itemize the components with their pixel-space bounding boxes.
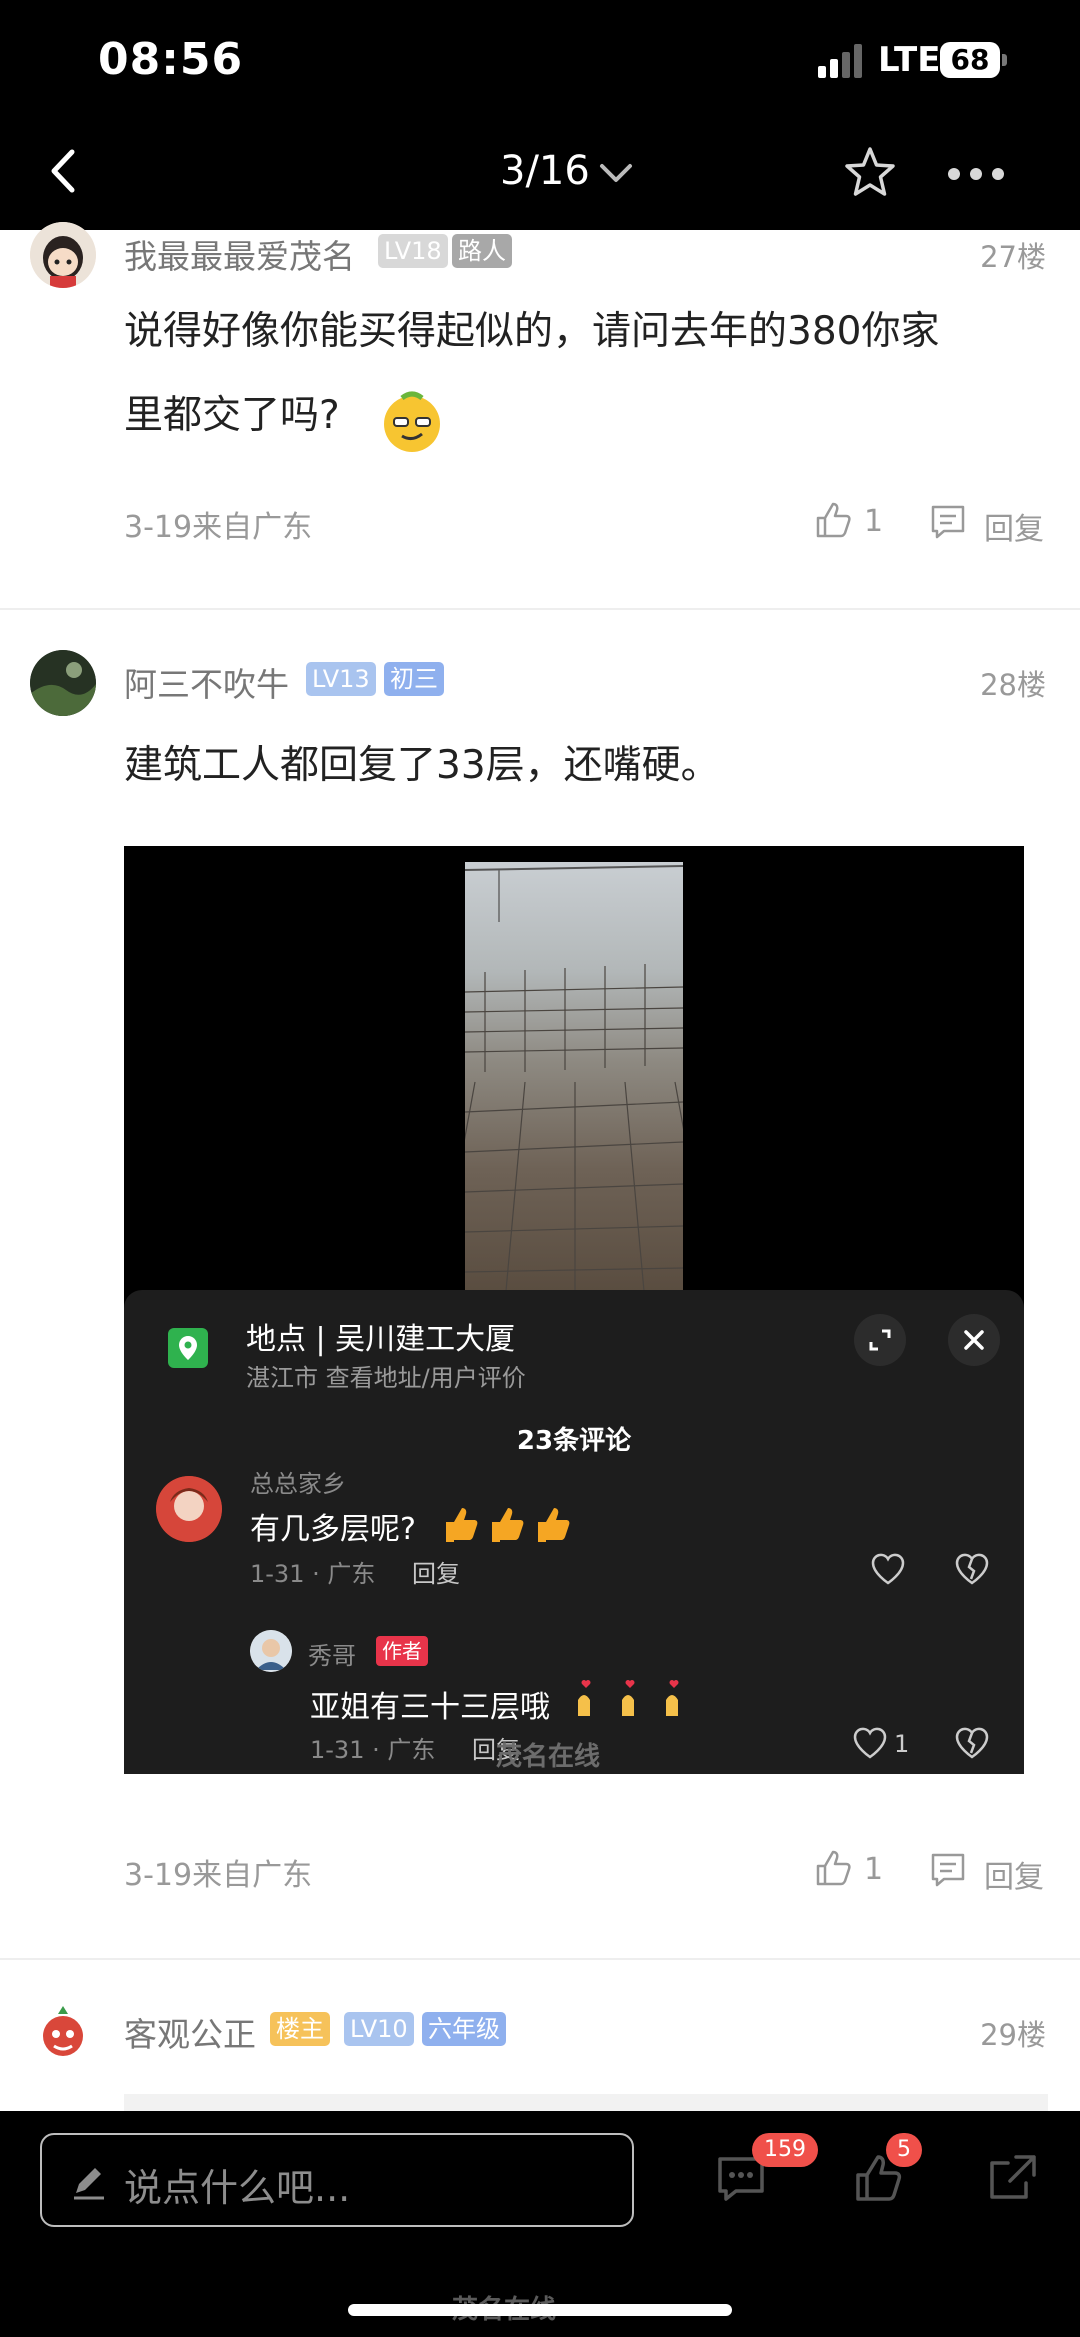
comment-text: 有几多层呢? — [250, 1512, 416, 1547]
input-placeholder: 说点什么吧... — [124, 2166, 351, 2210]
username[interactable]: 客观公正 — [124, 2008, 256, 2056]
finger-heart-emoji-icon — [578, 1680, 679, 1716]
heart-icon — [871, 1553, 905, 1585]
location-comments-panel: 地点 | 吴川建工大厦 湛江市 查看地址/用户评价 23条评论 总总家乡 有几多… — [124, 1290, 1024, 1774]
expand-icon — [854, 1314, 906, 1366]
comment-like-count: 1 — [894, 1730, 910, 1758]
post-meta: 3-19来自广东 — [124, 510, 313, 545]
floor-number: 29楼 — [980, 2018, 1046, 2052]
battery-icon: 68 — [940, 42, 1000, 78]
chevron-down-icon[interactable] — [598, 160, 634, 186]
grade-badge: 六年级 — [422, 2012, 506, 2046]
top-bar: 08:56 LTE 68 3/16 — [0, 0, 1080, 230]
role-badge: 路人 — [452, 234, 512, 268]
bottom-bar: 说点什么吧... 159 5 茂名在线 — [0, 2111, 1080, 2337]
comments-badge: 159 — [752, 2133, 818, 2167]
post-image[interactable]: 地点 | 吴川建工大厦 湛江市 查看地址/用户评价 23条评论 总总家乡 有几多… — [124, 846, 1024, 1774]
like-count: 1 — [864, 1852, 884, 1887]
thumbs-up-emoji-icon — [446, 1508, 570, 1542]
video-frame — [465, 862, 683, 1302]
more-icon[interactable] — [946, 166, 1006, 182]
like-button[interactable]: 1 — [814, 1848, 934, 1892]
comment-meta: 1-31 · 广东 — [310, 1736, 436, 1764]
avatar — [250, 1630, 292, 1672]
signal-icon — [818, 44, 862, 78]
avatar-landscape-icon — [30, 650, 96, 716]
floor-number: 28楼 — [980, 668, 1046, 702]
reply-label: 回复 — [984, 512, 1044, 547]
status-time: 08:56 — [98, 34, 244, 85]
watermark: 茂名在线 — [496, 1742, 601, 1772]
heart-icon — [853, 1727, 887, 1759]
floor-number: 27楼 — [980, 240, 1046, 274]
thumbs-up-icon — [816, 1850, 851, 1886]
close-icon — [948, 1314, 1000, 1366]
avatar-cartoon-icon — [30, 2000, 96, 2066]
level-badge: LV10 — [344, 2012, 414, 2046]
broken-heart-icon — [955, 1727, 989, 1759]
thumbs-up-icon — [816, 502, 851, 538]
post-text-line-1: 说得好像你能买得起似的，请问去年的380你家 — [124, 309, 940, 354]
network-type: LTE — [878, 40, 941, 80]
level-badge: LV18 — [378, 234, 448, 268]
commenter-name: 总总家乡 — [250, 1470, 346, 1498]
reply-button[interactable]: 回复 — [928, 1848, 1058, 1895]
avatar — [156, 1476, 222, 1542]
like-count: 1 — [864, 504, 884, 539]
level-badge: LV13 — [306, 662, 376, 696]
comment-reply: 回复 — [412, 1560, 460, 1588]
location-title: 地点 | 吴川建工大厦 — [246, 1322, 516, 1357]
avatar[interactable] — [30, 222, 96, 288]
reply-button[interactable]: 回复 — [928, 500, 1058, 547]
grade-badge: 初三 — [384, 662, 444, 696]
divider — [0, 1958, 1080, 1960]
location-subtitle: 湛江市 查看地址/用户评价 — [246, 1364, 526, 1392]
divider — [0, 608, 1080, 610]
avatar[interactable] — [30, 650, 96, 716]
post-text: 建筑工人都回复了33层，还嘴硬。 — [124, 743, 720, 788]
username[interactable]: 阿三不吹牛 — [124, 658, 289, 706]
back-icon[interactable] — [44, 146, 84, 196]
like-button[interactable]: 1 — [814, 500, 934, 544]
author-tag: 作者 — [376, 1636, 428, 1666]
construction-site-image — [465, 865, 683, 1302]
page-indicator[interactable]: 3/16 — [500, 148, 590, 194]
avatar[interactable] — [30, 2000, 96, 2066]
comment-text: 亚姐有三十三层哦 — [310, 1690, 550, 1725]
commenter-name: 秀哥 — [308, 1642, 356, 1670]
home-indicator[interactable] — [348, 2304, 732, 2316]
avatar-girl-icon — [30, 222, 96, 288]
post-meta: 3-19来自广东 — [124, 1858, 313, 1893]
star-icon[interactable] — [842, 145, 898, 201]
comment-icon — [931, 505, 965, 539]
share-icon[interactable] — [986, 2151, 1040, 2205]
reply-label: 回复 — [984, 1860, 1044, 1895]
post-text-line-2: 里都交了吗? — [124, 393, 340, 438]
comment-meta: 1-31 · 广东 — [250, 1560, 376, 1588]
owner-badge: 楼主 — [270, 2012, 330, 2046]
broken-heart-icon — [955, 1553, 989, 1585]
pencil-icon — [74, 2168, 104, 2200]
comment-input[interactable]: 说点什么吧... — [40, 2133, 634, 2227]
map-pin-icon — [168, 1328, 208, 1368]
username[interactable]: 我最最最爱茂名 — [124, 230, 355, 278]
comment-count: 23条评论 — [516, 1426, 632, 1456]
battery-tip — [1002, 54, 1007, 66]
comment-icon — [931, 1853, 965, 1887]
smirk-emoji-icon — [384, 391, 440, 452]
likes-badge: 5 — [886, 2133, 922, 2167]
